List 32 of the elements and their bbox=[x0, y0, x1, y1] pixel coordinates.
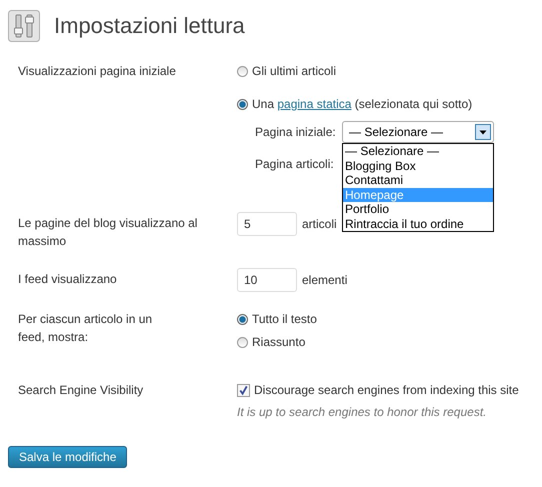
radio-label: Gli ultimi articoli bbox=[252, 64, 336, 78]
dropdown-option[interactable]: Portfolio bbox=[343, 202, 493, 216]
radio-label: Riassunto bbox=[252, 335, 306, 349]
field-label: Le pagine del blog visualizzano al massimo bbox=[18, 215, 198, 250]
field-label: Per ciascun articolo in un feed, mostra: bbox=[18, 311, 154, 346]
unit-label: articoli bbox=[302, 217, 337, 231]
radio-button[interactable] bbox=[237, 314, 248, 324]
field-label: Visualizzazioni pagina iniziale bbox=[18, 63, 177, 80]
checkbox-label: Discourage search engines from indexing this site bbox=[254, 383, 519, 397]
dropdown-option[interactable]: Rintraccia il tuo ordine bbox=[343, 216, 493, 231]
save-button[interactable]: Salva le modifiche bbox=[8, 446, 128, 468]
field-label: Pagina articoli: bbox=[255, 157, 335, 171]
static-page-link[interactable]: pagina statica bbox=[277, 97, 352, 111]
field-label: I feed visualizzano bbox=[18, 271, 118, 288]
field-label: Search Engine Visibility bbox=[18, 382, 144, 399]
radio-label: Tutto il testo bbox=[252, 312, 317, 326]
unit-label: elementi bbox=[302, 273, 348, 287]
dropdown-option[interactable]: — Selezionare — bbox=[343, 144, 493, 158]
checkbox[interactable] bbox=[237, 384, 250, 396]
radio-button[interactable] bbox=[237, 98, 248, 110]
settings-icon bbox=[8, 10, 40, 42]
dropdown-option[interactable]: Contattami bbox=[343, 173, 493, 188]
dropdown-option[interactable]: Blogging Box bbox=[343, 158, 493, 173]
hint-text: It is up to search engines to honor this request. bbox=[237, 405, 488, 419]
page-title: Impostazioni lettura bbox=[54, 13, 245, 39]
number-field[interactable]: 10 bbox=[237, 268, 297, 292]
page-select[interactable]: — Selezionare — bbox=[342, 121, 494, 143]
radio-button[interactable] bbox=[237, 66, 248, 76]
field-label: Pagina iniziale: bbox=[255, 125, 337, 139]
radio-label: Una pagina statica (selezionata qui sotto) bbox=[252, 97, 472, 111]
number-field[interactable]: 5 bbox=[237, 212, 297, 236]
radio-button[interactable] bbox=[237, 336, 248, 348]
